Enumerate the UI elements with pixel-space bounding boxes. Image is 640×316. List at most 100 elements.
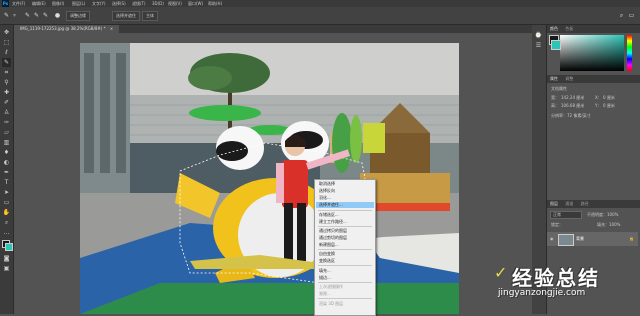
subtract-selection-icon[interactable]: ✎ [42,12,49,19]
options-bar: ✎ ▾ ✎ ✎ ✎ ● 调整边缘 选择并遮住 主体 ⌕ ▭ [0,7,640,25]
quick-selection-tool-icon[interactable]: ✎ [2,58,11,67]
menu-edit[interactable]: 编辑(E) [32,0,46,7]
quick-select-icon[interactable]: ✎ [3,12,10,19]
menu-item-feather[interactable]: 羽化... [319,195,331,201]
watermark-url: jingyanzongjie.com [498,288,586,298]
x-label: X： [595,95,602,100]
marquee-tool-icon[interactable]: ⬚ [2,38,11,47]
pen-tool-icon[interactable]: ✒ [2,168,11,177]
layer-row[interactable]: ◉ 背景 🔒 [547,232,638,246]
opacity-control[interactable]: 不透明度：100% [587,212,618,218]
menu-item-save-selection[interactable]: 存储选区... [319,212,339,218]
app-logo[interactable]: Ps [2,0,9,7]
menu-item-layer-via-cut[interactable]: 通过剪切的图层 [319,235,347,241]
menu-window[interactable]: 窗口(W) [188,0,203,7]
move-tool-icon[interactable]: ✥ [2,28,11,37]
menu-item-transform-selection[interactable]: 变换选区 [319,258,335,264]
history-panel-icon[interactable]: ⌚ [534,31,543,40]
blur-tool-icon[interactable]: ♦ [2,148,11,157]
gradient-tool-icon[interactable]: ▥ [2,138,11,147]
history-brush-icon[interactable]: ✑ [2,118,11,127]
menu-select[interactable]: 选择(S) [112,0,126,7]
hue-slider[interactable] [627,35,632,71]
properties-panel-icon[interactable]: ☰ [534,41,543,50]
menu-3d[interactable]: 3D(D) [152,0,164,7]
x-value[interactable]: 0 厘米 [603,95,615,101]
quick-mask-icon[interactable]: ◙ [2,254,11,263]
properties-panel-header: 属性 调整 [547,75,640,83]
menu-item-select-inverse[interactable]: 选择反向 [319,188,335,194]
zoom-tool-icon[interactable]: ⌕ [2,218,11,227]
color-field[interactable] [560,35,624,71]
height-value[interactable]: 106.68 厘米 [561,103,584,109]
tab-layers[interactable]: 图层 [550,201,558,206]
dropdown-icon[interactable]: ▾ [11,12,18,19]
width-value[interactable]: 142.24 厘米 [561,95,584,101]
lock-icon: 🔒 [629,236,634,241]
tab-adjustments[interactable]: 调整 [565,76,573,81]
shape-tool-icon[interactable]: ▭ [2,198,11,207]
menu-filter[interactable]: 滤镜(T) [132,0,146,7]
menu-divider [318,210,372,211]
menu-item-render-3d: 渲染 3D 图层 [319,301,344,306]
menu-bar: Ps 文件(F) 编辑(E) 图像(I) 图层(L) 文字(Y) 选择(S) 滤… [0,0,640,7]
height-label: 高： [551,103,559,108]
menu-file[interactable]: 文件(F) [12,0,25,7]
tab-color[interactable]: 颜色 [550,26,558,31]
y-value[interactable]: 0 厘米 [603,103,615,109]
healing-tool-icon[interactable]: ✚ [2,88,11,97]
hand-tool-icon[interactable]: ✋ [2,208,11,217]
tab-channels[interactable]: 通道 [565,201,573,206]
menu-item-make-work-path[interactable]: 建立工作路径... [319,219,347,225]
menu-type[interactable]: 文字(Y) [92,0,106,7]
document-tab[interactable]: IMG_1119-172253.jpg @ 38.2%(RGB/8#) * × [14,25,120,33]
context-menu: 取消选择 选择反向 羽化... 选择并遮住... 存储选区... 建立工作路径.… [314,179,376,316]
lasso-tool-icon[interactable]: ℓ [2,48,11,57]
width-label: 宽： [551,95,559,100]
bg-swatch[interactable] [551,40,561,50]
menu-view[interactable]: 视图(V) [168,0,182,7]
menu-item-select-and-mask[interactable]: 选择并遮住... [316,202,374,208]
menu-item-stroke[interactable]: 描边... [319,275,331,281]
screen-mode-icon[interactable]: ▣ [2,264,11,273]
blend-mode-select[interactable]: 正常 [550,211,582,219]
layer-name[interactable]: 背景 [576,236,584,242]
brush-size-icon[interactable]: ● [54,12,61,19]
menu-item-new-layer[interactable]: 新建图层... [319,242,339,248]
select-and-mask-button[interactable]: 选择并遮住 [112,11,140,21]
type-tool-icon[interactable]: T [2,178,11,187]
menu-item-layer-via-copy[interactable]: 通过拷贝的图层 [319,228,347,234]
menu-item-free-transform[interactable]: 自由变换 [319,251,335,257]
workspace-icon[interactable]: ▭ [628,12,635,19]
menu-image[interactable]: 图像(I) [52,0,64,7]
menu-help[interactable]: 帮助(H) [208,0,222,7]
path-select-icon[interactable]: ➤ [2,188,11,197]
menu-item-fill[interactable]: 填充... [319,268,331,274]
eyedropper-tool-icon[interactable]: ⚲ [2,78,11,87]
eye-icon[interactable]: ◉ [550,236,554,241]
watermark-check-icon: ✓ [494,263,508,282]
tab-properties[interactable]: 属性 [550,76,558,81]
menu-divider [318,298,372,299]
dodge-tool-icon[interactable]: ◐ [2,158,11,167]
menu-layer[interactable]: 图层(L) [72,0,85,7]
new-selection-icon[interactable]: ✎ [24,12,31,19]
brush-tool-icon[interactable]: ✐ [2,98,11,107]
menu-divider [318,249,372,250]
refine-edge-button[interactable]: 调整边缘 [66,11,90,21]
menu-item-deselect[interactable]: 取消选择 [319,181,335,187]
select-subject-button[interactable]: 主体 [142,11,158,21]
search-icon[interactable]: ⌕ [618,12,625,19]
stamp-tool-icon[interactable]: ♙ [2,108,11,117]
more-tools-icon[interactable]: … [2,228,11,237]
document-image[interactable] [80,43,459,314]
tab-swatches[interactable]: 色板 [565,26,573,31]
eraser-tool-icon[interactable]: ▱ [2,128,11,137]
crop-tool-icon[interactable]: ⌗ [2,68,11,77]
close-icon[interactable]: × [110,26,113,31]
add-selection-icon[interactable]: ✎ [33,12,40,19]
fill-control[interactable]: 填充：100% [597,222,620,228]
tab-paths[interactable]: 路径 [581,201,589,206]
background-color-swatch[interactable] [5,243,13,251]
color-panel-header: 颜色 色板 [547,25,640,33]
